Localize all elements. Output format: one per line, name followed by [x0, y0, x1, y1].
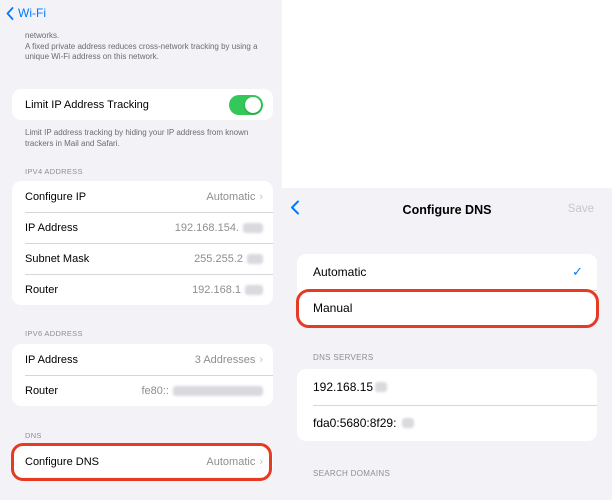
row-value: 3 Addresses — [194, 353, 256, 366]
checkmark-icon: ✓ — [572, 264, 583, 279]
configure-dns-panel: Configure DNS Save Automatic ✓ Manual DN… — [282, 188, 612, 500]
configure-dns-highlight — [11, 443, 272, 481]
row-value: 192.168.154. — [174, 221, 239, 234]
row-label: Configure IP — [25, 190, 87, 203]
dns-server-row[interactable]: 192.168.15 — [297, 369, 597, 405]
dns-server-value: 192.168.15 — [313, 380, 374, 394]
row-label: IP Address — [25, 353, 78, 366]
chevron-left-icon — [6, 6, 14, 20]
mode-automatic-row[interactable]: Automatic ✓ — [297, 254, 597, 290]
limit-tracking-toggle[interactable] — [229, 94, 263, 115]
row-value: Automatic — [206, 190, 256, 203]
row-value: 192.168.1 — [192, 283, 241, 296]
ipv4-group: Configure IP Automatic › IP Address 192.… — [12, 181, 273, 305]
back-button[interactable]: Wi-Fi — [6, 6, 46, 20]
chevron-right-icon: › — [259, 353, 263, 366]
limit-tracking-row: Limit IP Address Tracking — [12, 89, 273, 120]
row-label: Subnet Mask — [25, 252, 90, 265]
row-label: Router — [25, 384, 59, 397]
row-label: Router — [25, 283, 59, 296]
dns-servers-header: DNS SERVERS — [313, 353, 374, 362]
subnet-mask-row: Subnet Mask 255.255.2 — [12, 243, 273, 274]
manual-highlight — [296, 289, 599, 328]
configure-ip-row[interactable]: Configure IP Automatic › — [12, 181, 273, 212]
ipv4-header: IPV4 ADDRESS — [25, 167, 83, 176]
dns-servers-group: 192.168.15 fda0:5680:8f29: — [297, 369, 597, 441]
ipv6-group: IP Address 3 Addresses › Router fe80:: — [12, 344, 273, 406]
redacted-mask — [402, 418, 415, 428]
dns-header: DNS — [25, 431, 42, 440]
page-title: Configure DNS — [402, 203, 492, 217]
redacted-mask — [243, 222, 263, 233]
limit-tracking-label: Limit IP Address Tracking — [25, 98, 149, 111]
ipv6-router-row: Router fe80:: — [12, 375, 273, 406]
row-label: IP Address — [25, 221, 78, 234]
redacted-mask — [245, 284, 263, 295]
redacted-mask — [173, 385, 263, 396]
ip-address-row: IP Address 192.168.154. — [12, 212, 273, 243]
ipv6-header: IPV6 ADDRESS — [25, 329, 83, 338]
redacted-mask — [375, 382, 388, 392]
private-address-note: networks. A fixed private address reduce… — [25, 31, 258, 61]
dns-server-value: fda0:5680:8f29: — [313, 416, 397, 430]
wifi-detail-panel: Wi-Fi networks. A fixed private address … — [0, 0, 282, 500]
mode-label: Automatic — [313, 265, 367, 279]
chevron-right-icon: › — [259, 190, 263, 203]
redacted-mask — [247, 253, 263, 264]
router-row: Router 192.168.1 — [12, 274, 273, 305]
limit-tracking-note: Limit IP address tracking by hiding your… — [25, 128, 249, 148]
row-value: 255.255.2 — [194, 252, 243, 265]
row-value: fe80:: — [141, 384, 169, 397]
dns-server-row[interactable]: fda0:5680:8f29: — [297, 405, 597, 441]
limit-tracking-group: Limit IP Address Tracking — [12, 89, 273, 120]
back-label: Wi-Fi — [18, 6, 46, 20]
search-domains-header: SEARCH DOMAINS — [313, 469, 391, 478]
ipv6-address-row[interactable]: IP Address 3 Addresses › — [12, 344, 273, 375]
save-button[interactable]: Save — [568, 203, 594, 215]
